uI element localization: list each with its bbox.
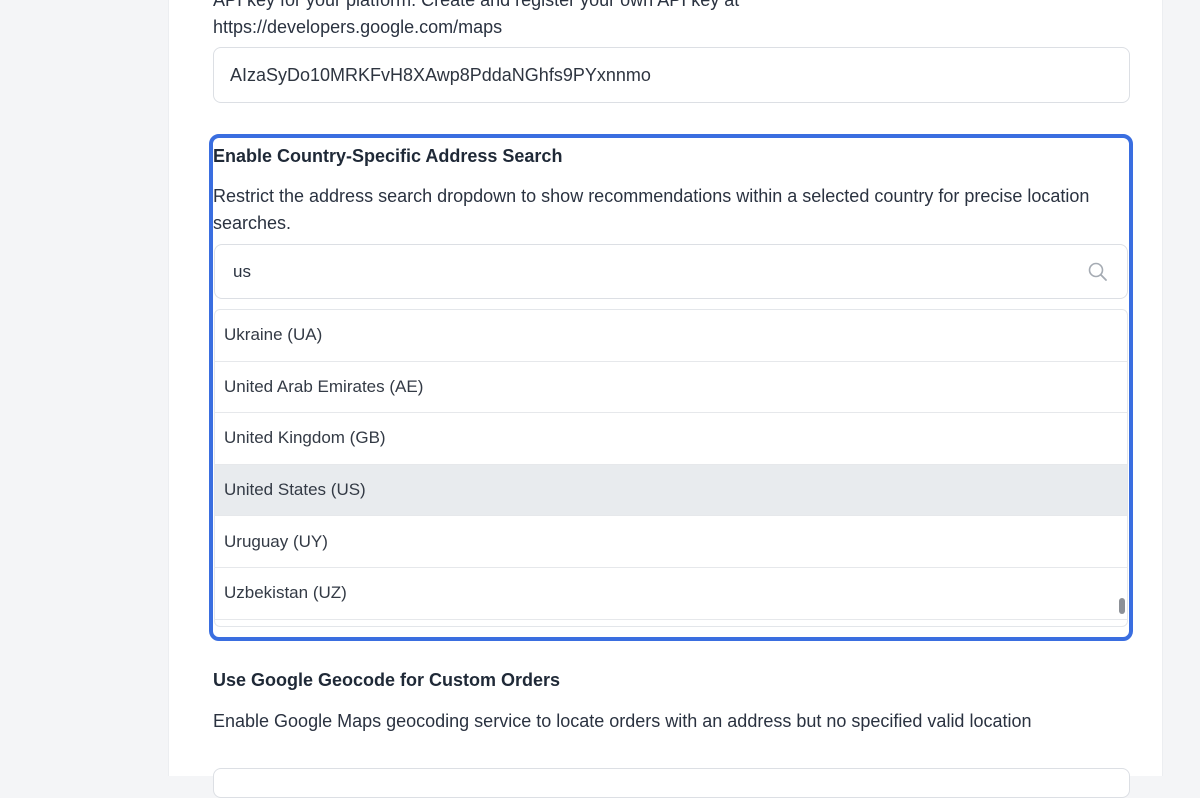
api-key-description: API key for your platform. Create and re… (213, 0, 740, 10)
api-key-url[interactable]: https://developers.google.com/maps (213, 16, 502, 38)
api-key-input[interactable]: AIzaSyDo10MRKFvH8XAwp8PddaNGhfs9PYxnnmo (213, 47, 1130, 103)
geocode-title: Use Google Geocode for Custom Orders (213, 670, 561, 690)
focus-highlight (209, 134, 1133, 641)
geocode-toggle-box[interactable] (213, 768, 1130, 798)
geocode-description: Enable Google Maps geocoding service to … (213, 711, 1032, 731)
api-key-value: AIzaSyDo10MRKFvH8XAwp8PddaNGhfs9PYxnnmo (230, 64, 651, 85)
